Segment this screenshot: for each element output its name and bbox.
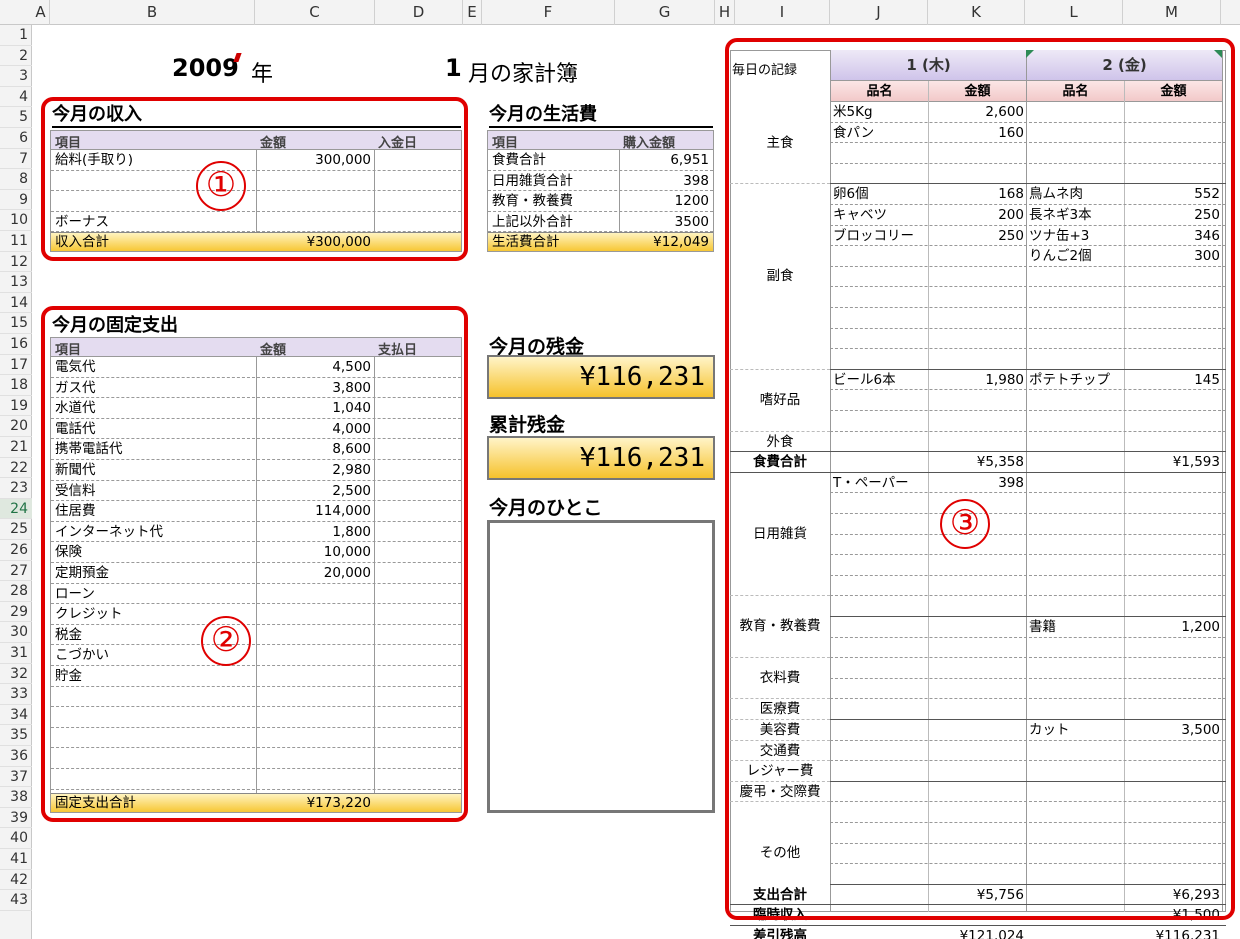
row-header[interactable]: 35 [0, 725, 32, 746]
row-header[interactable]: 7 [0, 149, 32, 170]
column-header[interactable]: G [615, 0, 715, 25]
row-item[interactable]: 食費合計 [492, 150, 546, 170]
comment-box[interactable] [487, 520, 715, 813]
comment-title: 今月のひとこ [489, 497, 603, 519]
cumulative-balance-value[interactable]: ¥116,231 [487, 436, 715, 480]
row-header[interactable]: 36 [0, 746, 32, 767]
row-header[interactable]: 8 [0, 169, 32, 190]
month-value[interactable]: 1 [445, 54, 462, 82]
year-value[interactable]: 2009 [172, 54, 239, 82]
living-total-value[interactable]: ¥12,049 [653, 233, 709, 252]
column-header[interactable]: D [375, 0, 463, 25]
column-header[interactable]: M [1123, 0, 1221, 25]
annotation-2: ② [201, 616, 251, 666]
row-item[interactable]: 上記以外合計 [492, 212, 573, 232]
month-balance-value[interactable]: ¥116,231 [487, 355, 715, 399]
row-amount[interactable]: 3500 [675, 212, 709, 232]
living-header-amount: 購入金額 [623, 136, 676, 151]
column-header[interactable]: F [482, 0, 615, 25]
row-header[interactable]: 2 [0, 46, 32, 67]
row-header[interactable]: 19 [0, 396, 32, 417]
row-header[interactable]: 11 [0, 231, 32, 252]
highlight-box-2 [41, 306, 468, 822]
living-title: 今月の生活費 [489, 104, 713, 128]
column-header[interactable]: J [830, 0, 928, 25]
row-header[interactable]: 1 [0, 25, 32, 46]
row-header[interactable]: 10 [0, 210, 32, 231]
row-header[interactable]: 30 [0, 622, 32, 643]
column-header[interactable]: B [50, 0, 255, 25]
row-header[interactable]: 41 [0, 849, 32, 870]
row-header[interactable]: 16 [0, 334, 32, 355]
column-header[interactable]: K [928, 0, 1025, 25]
row-header[interactable]: 12 [0, 252, 32, 273]
column-header-bar: ABCDEFGHIJKLM [0, 0, 1240, 25]
table-row: 日用雑貨合計 398 [488, 171, 713, 192]
row-header[interactable]: 26 [0, 540, 32, 561]
row-header[interactable]: 25 [0, 519, 32, 540]
row-header[interactable]: 31 [0, 643, 32, 664]
annotation-3: ③ [940, 499, 990, 549]
table-row: 教育・教養費 1200 [488, 191, 713, 212]
row-header[interactable]: 18 [0, 375, 32, 396]
highlight-box-3 [725, 38, 1235, 920]
table-row: 上記以外合計 3500 [488, 212, 713, 233]
highlight-box-1 [41, 97, 468, 261]
row-header[interactable]: 6 [0, 128, 32, 149]
row-amount[interactable]: 398 [683, 171, 709, 191]
daily-cell[interactable]: ¥121,024 [932, 926, 1024, 939]
row-item[interactable]: 教育・教養費 [492, 191, 573, 211]
row-header[interactable]: 40 [0, 828, 32, 849]
column-header[interactable]: I [735, 0, 830, 25]
table-row: 食費合計 6,951 [488, 150, 713, 171]
row-header[interactable]: 28 [0, 581, 32, 602]
row-header[interactable]: 21 [0, 437, 32, 458]
row-header[interactable]: 32 [0, 664, 32, 685]
row-header[interactable]: 3 [0, 66, 32, 87]
year-suffix: 年 [251, 62, 274, 87]
living-header-item: 項目 [492, 136, 519, 151]
column-header[interactable]: A [32, 0, 50, 25]
row-item[interactable]: 日用雑貨合計 [492, 171, 573, 191]
row-header[interactable]: 4 [0, 87, 32, 108]
living-table: 項目 購入金額 食費合計 6,951 日用雑貨合計 398 教育・教養費 1200 上記以外… [487, 130, 714, 252]
row-header[interactable]: 39 [0, 808, 32, 829]
row-header[interactable]: 15 [0, 313, 32, 334]
row-header[interactable]: 33 [0, 684, 32, 705]
row-header[interactable]: 13 [0, 272, 32, 293]
row-header[interactable]: 38 [0, 787, 32, 808]
column-header[interactable]: C [255, 0, 375, 25]
row-header[interactable]: 17 [0, 355, 32, 376]
row-amount[interactable]: 1200 [675, 191, 709, 211]
daily-cell[interactable]: ¥116,231 [1128, 926, 1220, 939]
row-header-bar: 1 2 3 4 5 6 7 8 9 10 11 12 13 14 15 16 17 18 19 20 21 22 23 24 2… [0, 25, 32, 939]
row-amount[interactable]: 6,951 [670, 150, 709, 170]
column-header[interactable]: L [1025, 0, 1123, 25]
row-header[interactable]: 5 [0, 107, 32, 128]
row-header[interactable]: 9 [0, 190, 32, 211]
row-header[interactable]: 42 [0, 870, 32, 891]
column-header[interactable]: E [463, 0, 482, 25]
row-header[interactable]: 22 [0, 458, 32, 479]
month-suffix: 月の家計簿 [468, 62, 579, 87]
living-total-row: 生活費合計 ¥12,049 [488, 232, 713, 251]
column-header[interactable]: H [715, 0, 735, 25]
row-header[interactable]: 34 [0, 705, 32, 726]
row-header[interactable]: 23 [0, 478, 32, 499]
row-header[interactable]: 29 [0, 602, 32, 623]
row-header[interactable]: 24 [0, 498, 32, 520]
daily-category: 差引残高 [730, 926, 830, 939]
row-header[interactable]: 20 [0, 416, 32, 437]
annotation-1: ① [196, 161, 246, 211]
cumulative-balance-title: 累計残金 [489, 414, 566, 436]
row-header[interactable]: 43 [0, 890, 32, 911]
row-header[interactable]: 37 [0, 767, 32, 788]
row-header[interactable]: 27 [0, 561, 32, 582]
row-header[interactable]: 14 [0, 293, 32, 314]
living-total-label: 生活費合計 [492, 234, 560, 250]
